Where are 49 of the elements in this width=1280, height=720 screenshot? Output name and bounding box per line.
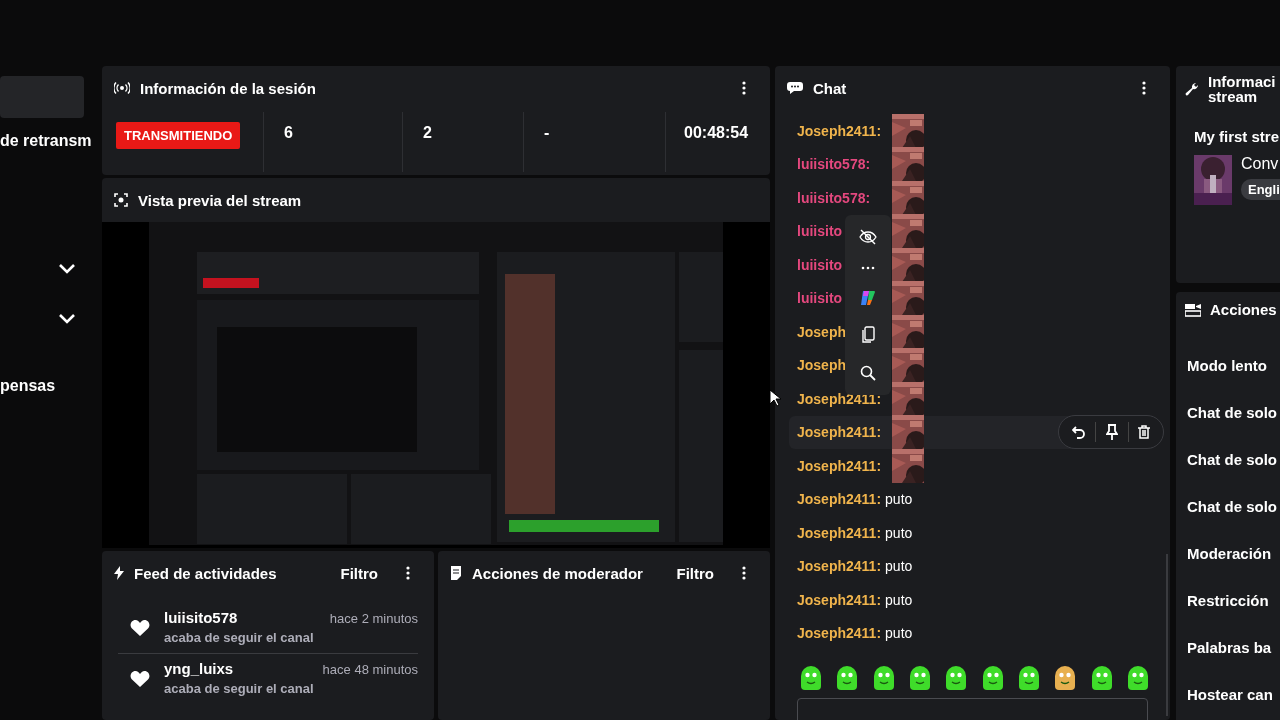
sidebar-label[interactable]: pensas — [0, 376, 56, 395]
chat-message-text: puto — [885, 625, 913, 642]
action-label[interactable]: Chat de solo — [1176, 404, 1280, 421]
stat-value: 2 — [423, 124, 432, 141]
filter-button[interactable]: Filtro — [336, 564, 396, 582]
panel-title: Acciones — [1210, 302, 1278, 317]
language-tag[interactable]: Engli — [1241, 179, 1280, 200]
stream-title: My first stre — [1194, 128, 1280, 145]
action-label[interactable]: Moderación — [1176, 545, 1280, 562]
filter-button[interactable]: Filtro — [672, 564, 732, 582]
stat-value: 00:48:54 — [684, 124, 749, 141]
stat-value: - — [544, 124, 550, 141]
chat-message-text: puto — [885, 524, 913, 541]
chat-username[interactable]: Joseph2411: — [797, 390, 890, 407]
category-name: Conv — [1241, 155, 1280, 173]
action-label[interactable]: Hostear can — [1176, 686, 1280, 703]
chat-username[interactable]: Joseph2411: — [797, 491, 882, 508]
action-label[interactable]: Palabras ba — [1176, 639, 1280, 656]
chat-username[interactable]: Joseph2411: — [797, 524, 882, 541]
chat-username[interactable]: Joseph2411: — [797, 122, 890, 139]
action-label[interactable]: Modo lento — [1176, 357, 1280, 374]
panel-title: Chat — [813, 79, 848, 97]
sidebar-label[interactable]: de retransm — [0, 132, 92, 150]
live-badge: TRANSMITIENDO — [116, 122, 241, 149]
action-label[interactable]: Chat de solo — [1176, 451, 1280, 468]
username: luiisito578 — [164, 609, 238, 626]
action-label[interactable]: Restricción — [1176, 592, 1280, 609]
chat-username[interactable]: Joseph2411: — [797, 591, 882, 608]
chat-username[interactable]: Joseph2411: — [797, 424, 890, 441]
activity-text: acaba de seguir el canal — [164, 630, 315, 645]
activity-text: acaba de seguir el canal — [164, 681, 315, 696]
chat-username[interactable]: luiisito578: — [797, 156, 890, 173]
timestamp: hace 48 minutos — [322, 662, 418, 677]
chat-username[interactable]: Joseph2411: — [797, 558, 882, 575]
action-label[interactable]: Chat de solo — [1176, 498, 1280, 515]
chat-message-text: puto — [885, 558, 913, 575]
panel-title: Acciones de moderador — [472, 564, 644, 582]
chat-username[interactable]: luiisito578: — [797, 189, 890, 206]
chat-username[interactable]: Joseph2411: — [797, 457, 890, 474]
panel-title: Vista previa del stream — [138, 191, 303, 209]
stat-value: 6 — [284, 124, 293, 141]
username: yng_luixs — [164, 660, 234, 677]
chat-message-text: puto — [885, 591, 913, 608]
panel-title: Información de la sesión — [140, 79, 317, 97]
panel-title: Informaci stream — [1208, 74, 1277, 104]
timestamp: hace 2 minutos — [329, 611, 418, 626]
chat-message-text: puto — [885, 491, 913, 508]
chat-username[interactable]: Joseph2411: — [797, 625, 882, 642]
panel-title: Feed de actividades — [134, 564, 278, 582]
